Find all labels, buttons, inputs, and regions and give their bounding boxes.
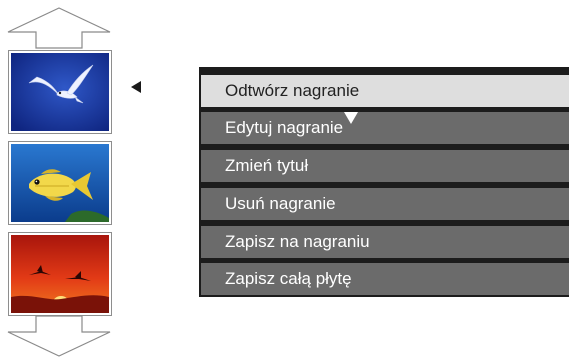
selection-pointer-icon xyxy=(129,80,143,94)
mouse-cursor-icon xyxy=(344,112,359,124)
recording-thumbnail-fish[interactable] xyxy=(8,141,112,225)
menu-item-record-whole-disc[interactable]: Zapisz całą płytę xyxy=(201,263,569,295)
menu-item-label: Edytuj nagranie xyxy=(225,118,344,137)
recording-thumbnail-seagull[interactable] xyxy=(8,50,112,134)
scroll-down-arrow-icon[interactable] xyxy=(6,314,112,358)
recording-thumbnail-sunset[interactable] xyxy=(8,232,112,316)
menu-item-label: Zmień tytuł xyxy=(225,156,309,175)
menu-item-change-title[interactable]: Zmień tytuł xyxy=(201,150,569,182)
menu-item-label: Zapisz na nagraniu xyxy=(225,232,370,251)
menu-item-play-recording[interactable]: Odtwórz nagranie xyxy=(201,75,569,107)
scroll-up-arrow-icon[interactable] xyxy=(6,6,112,50)
menu-item-edit-recording[interactable]: Edytuj nagranie xyxy=(201,112,569,144)
recording-options-menu: Odtwórz nagranie Edytuj nagranie Zmień t… xyxy=(199,67,569,297)
menu-item-label: Usuń nagranie xyxy=(225,194,336,213)
menu-item-overwrite-recording[interactable]: Zapisz na nagraniu xyxy=(201,226,569,258)
menu-item-label: Odtwórz nagranie xyxy=(225,81,360,100)
menu-item-delete-recording[interactable]: Usuń nagranie xyxy=(201,188,569,220)
menu-item-label: Zapisz całą płytę xyxy=(225,269,352,288)
